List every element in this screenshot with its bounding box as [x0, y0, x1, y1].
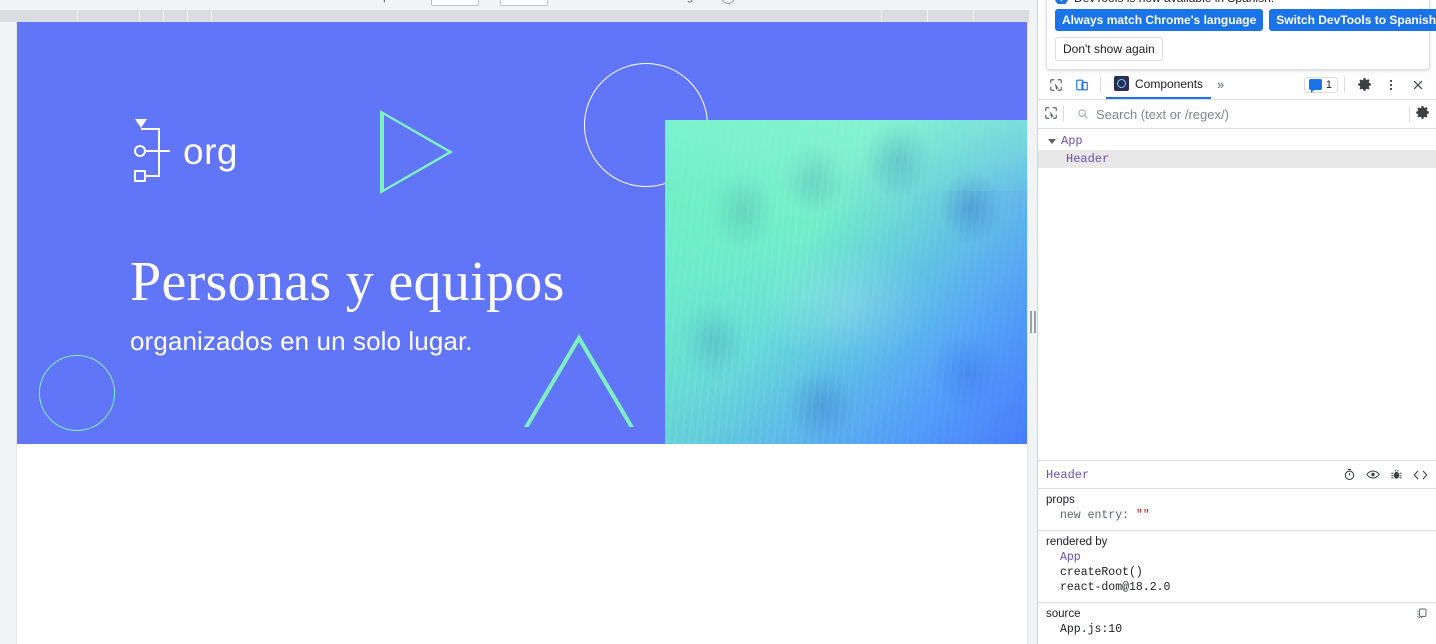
language-notification-message: DevTools is now available in Spanish! [1074, 0, 1274, 4]
tab-components-label: Components [1135, 76, 1204, 91]
rendered-by-reactdom-version: react-dom@18.2.0 [1060, 581, 1171, 594]
device-emulation-pane: Dimensions: Responsive 1012 × 646 100% N… [0, 0, 1037, 644]
hero-title: Personas y equipos [130, 251, 565, 313]
tab-components[interactable]: Components [1106, 70, 1212, 99]
photo-table-highlight [665, 120, 1027, 192]
select-element-icon[interactable] [1044, 106, 1058, 123]
close-icon[interactable] [1405, 73, 1431, 97]
devtools-tabbar-right: 1 [1303, 73, 1431, 97]
zoom-level-select[interactable]: 100% [572, 0, 600, 3]
circle-outline-mint-shape [39, 355, 115, 431]
inspect-element-icon[interactable] [1043, 73, 1069, 97]
props-entry-value: "" [1135, 509, 1150, 522]
copy-icon[interactable] [1415, 607, 1428, 623]
react-logo-icon [1114, 76, 1129, 91]
language-notification: i DevTools is now available in Spanish! … [1046, 0, 1436, 70]
rendered-by-row: react-dom@18.2.0 [1038, 580, 1436, 595]
triangle-right-inner-mask [384, 115, 448, 189]
devtools-panel: i DevTools is now available in Spanish! … [1037, 0, 1436, 644]
hero-copy: Personas y equipos organizados en un sol… [130, 252, 565, 357]
viewport-width-input[interactable]: 1012 [431, 0, 480, 6]
tree-node-app[interactable]: App [1038, 132, 1436, 150]
source-heading: source [1046, 608, 1081, 620]
components-search-bar: Search (text or /regex/) [1038, 100, 1436, 129]
info-icon: i [1055, 0, 1068, 4]
throttling-select[interactable]: No throttling [634, 0, 693, 3]
component-inspector: Header props new entry: "" rendered by A… [1038, 460, 1436, 644]
inspector-header: Header [1038, 461, 1436, 489]
console-message-icon [1308, 79, 1322, 93]
dimensions-label: Dimensions: Responsive [300, 0, 421, 3]
component-tree[interactable]: App Header [1038, 129, 1436, 460]
search-icon [1078, 109, 1088, 119]
rendered-by-createroot: createRoot() [1060, 566, 1143, 579]
toolbar-divider-2 [1344, 76, 1345, 93]
search-divider-2 [1409, 106, 1410, 122]
gear-icon[interactable] [1351, 73, 1377, 97]
source-section: source App.js:10 [1038, 603, 1436, 644]
timer-icon[interactable] [1343, 468, 1356, 481]
dont-show-again-button[interactable]: Don't show again [1055, 37, 1163, 61]
eye-icon[interactable] [1366, 468, 1380, 481]
tree-node-header-label: Header [1066, 152, 1110, 166]
tree-node-app-label: App [1061, 134, 1083, 148]
dimension-multiply-symbol: × [486, 0, 492, 3]
inspector-component-name: Header [1046, 467, 1090, 482]
org-chart-icon [129, 116, 177, 188]
props-heading: props [1046, 494, 1075, 506]
kebab-menu-icon[interactable] [1378, 73, 1404, 97]
devtools-tabbar: Components » 1 [1038, 70, 1436, 100]
hero-subtitle: organizados en un solo lugar. [130, 326, 473, 357]
props-entry-key: new entry [1060, 509, 1123, 522]
search-input[interactable]: Search (text or /regex/) [1069, 107, 1404, 122]
rendered-by-app-link[interactable]: App [1060, 551, 1081, 564]
page-viewport[interactable]: org Personas y equipos organizados en un… [16, 22, 1028, 644]
team-hands-together-photo [665, 120, 1027, 444]
props-entry-row[interactable]: new entry: "" [1038, 508, 1436, 523]
tree-node-header[interactable]: Header [1038, 150, 1436, 168]
hero-banner: org Personas y equipos organizados en un… [17, 22, 1027, 444]
site-logo[interactable]: org [129, 116, 238, 188]
props-entry-separator: : [1122, 509, 1130, 522]
rotate-icon[interactable] [720, 0, 735, 4]
toolbar-divider [1100, 76, 1101, 93]
bug-icon[interactable] [1390, 468, 1403, 481]
device-toolbar-icon[interactable] [1069, 73, 1095, 97]
rendered-by-section: rendered by App createRoot() react-dom@1… [1038, 531, 1436, 603]
gear-icon[interactable] [1415, 105, 1430, 123]
inspector-actions [1343, 468, 1428, 481]
logo-wordmark: org [183, 131, 238, 172]
source-row[interactable]: App.js:10 [1038, 622, 1436, 637]
search-divider [1063, 106, 1064, 122]
more-tabs-chevron-icon[interactable]: » [1211, 77, 1230, 92]
viewport-ruler [0, 10, 1037, 22]
devtools-screenshot: Dimensions: Responsive 1012 × 646 100% N… [0, 0, 1436, 644]
source-file-link[interactable]: App.js:10 [1060, 623, 1122, 636]
page-body-below-hero [17, 444, 1027, 644]
console-message-badge[interactable]: 1 [1303, 76, 1338, 93]
rendered-by-row: createRoot() [1038, 565, 1436, 580]
device-toolbar: Dimensions: Responsive 1012 × 646 100% N… [0, 0, 1037, 10]
rendered-by-row[interactable]: App [1038, 550, 1436, 565]
console-message-count: 1 [1325, 78, 1332, 91]
search-placeholder: Search (text or /regex/) [1096, 106, 1229, 122]
chevron-down-icon[interactable] [1048, 138, 1056, 144]
viewport-height-input[interactable]: 646 [499, 0, 548, 6]
rendered-by-heading: rendered by [1046, 536, 1108, 548]
always-match-language-button[interactable]: Always match Chrome's language [1055, 9, 1264, 31]
code-brackets-icon[interactable] [1413, 469, 1428, 481]
language-notification-secondary-row: Don't show again [1055, 37, 1421, 61]
switch-to-spanish-button[interactable]: Switch DevTools to Spanish [1269, 9, 1436, 31]
props-section: props new entry: "" [1038, 489, 1436, 531]
language-notification-buttons: Always match Chrome's language Switch De… [1055, 9, 1436, 31]
language-notification-header: i DevTools is now available in Spanish! [1055, 0, 1421, 4]
devtools-resize-handle[interactable] [1029, 0, 1037, 644]
